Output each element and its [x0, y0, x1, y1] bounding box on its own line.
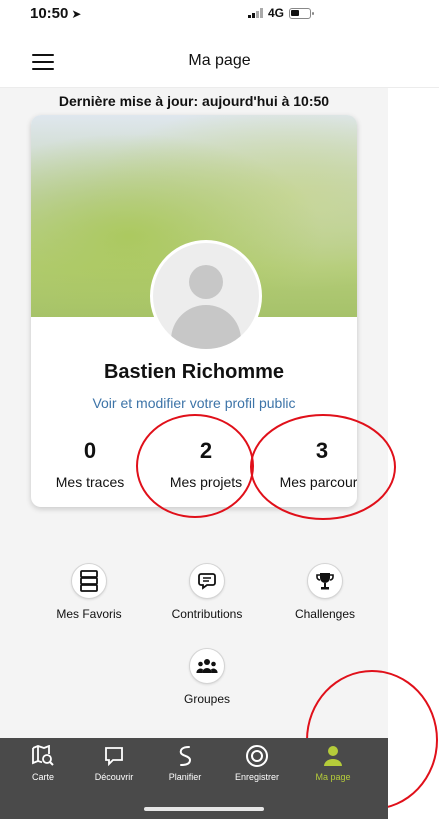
tab-label: Ma page: [315, 772, 351, 782]
menu-label: Mes Favoris: [56, 607, 122, 621]
bottom-tab-bar: Carte Découvrir Planifier Enregistrer Ma…: [0, 738, 388, 819]
user-name: Bastien Richomme: [103, 361, 285, 383]
status-bar: 10:50 ➤ 4G: [0, 0, 439, 26]
stat-parcours[interactable]: 3 Mes parcours: [267, 438, 357, 490]
stats-row: 0 Mes traces 2 Mes projets 3 Mes parcour…: [31, 438, 357, 498]
stat-projets[interactable]: 2 Mes projets: [151, 438, 261, 490]
battery-icon: [289, 7, 314, 19]
profile-card: Bastien Richomme Voir et modifier votre …: [31, 115, 357, 507]
stat-value: 0: [83, 438, 97, 463]
stat-value: 2: [199, 438, 213, 463]
status-indicators: 4G: [247, 6, 314, 20]
signal-icon: [247, 8, 263, 18]
stat-traces[interactable]: 0 Mes traces: [35, 438, 145, 490]
record-icon: [224, 742, 290, 770]
menu-label: Contributions: [171, 607, 243, 621]
tab-label: Planifier: [168, 772, 202, 782]
favorites-list-icon: [71, 563, 107, 599]
menu-label: Challenges: [294, 607, 356, 621]
page-title: Ma page: [188, 52, 251, 69]
tab-label: Enregistrer: [234, 772, 279, 782]
location-arrow-icon: ➤: [71, 7, 82, 21]
chat-bubble-icon: [189, 563, 225, 599]
edit-profile-link[interactable]: Voir et modifier votre profil public: [31, 395, 357, 411]
group-icon: [189, 648, 225, 684]
speech-bubble-icon: [81, 742, 147, 770]
menu-item-challenges[interactable]: Challenges: [270, 563, 380, 621]
network-label: 4G: [267, 6, 284, 20]
tab-label: Découvrir: [94, 772, 134, 782]
status-time: 10:50 ➤: [30, 5, 81, 22]
avatar-body: [171, 305, 241, 349]
avatar-placeholder-icon: [189, 265, 223, 299]
stat-value: 3: [315, 438, 329, 463]
stat-label: Mes parcours: [279, 474, 357, 490]
menu-label: Groupes: [183, 692, 231, 706]
route-icon: [152, 742, 218, 770]
tab-enregistrer[interactable]: Enregistrer: [224, 742, 290, 782]
home-indicator: [144, 807, 264, 811]
user-icon: [300, 742, 366, 770]
menu-item-contributions[interactable]: Contributions: [152, 563, 262, 621]
trophy-icon: [307, 563, 343, 599]
menu-item-groupes[interactable]: Groupes: [152, 648, 262, 706]
stat-label: Mes projets: [169, 474, 243, 490]
tab-carte[interactable]: Carte: [10, 742, 76, 782]
tab-planifier[interactable]: Planifier: [152, 742, 218, 782]
map-search-icon: [10, 742, 76, 770]
avatar[interactable]: [150, 240, 262, 352]
app-header: Ma page: [0, 26, 439, 88]
tab-ma-page[interactable]: Ma page: [300, 742, 366, 782]
last-update-text: Dernière mise à jour: aujourd'hui à 10:5…: [58, 93, 330, 109]
status-time-text: 10:50: [30, 5, 69, 22]
tab-decouvrir[interactable]: Découvrir: [81, 742, 147, 782]
stat-label: Mes traces: [55, 474, 125, 490]
tab-label: Carte: [31, 772, 54, 782]
menu-item-favoris[interactable]: Mes Favoris: [34, 563, 144, 621]
